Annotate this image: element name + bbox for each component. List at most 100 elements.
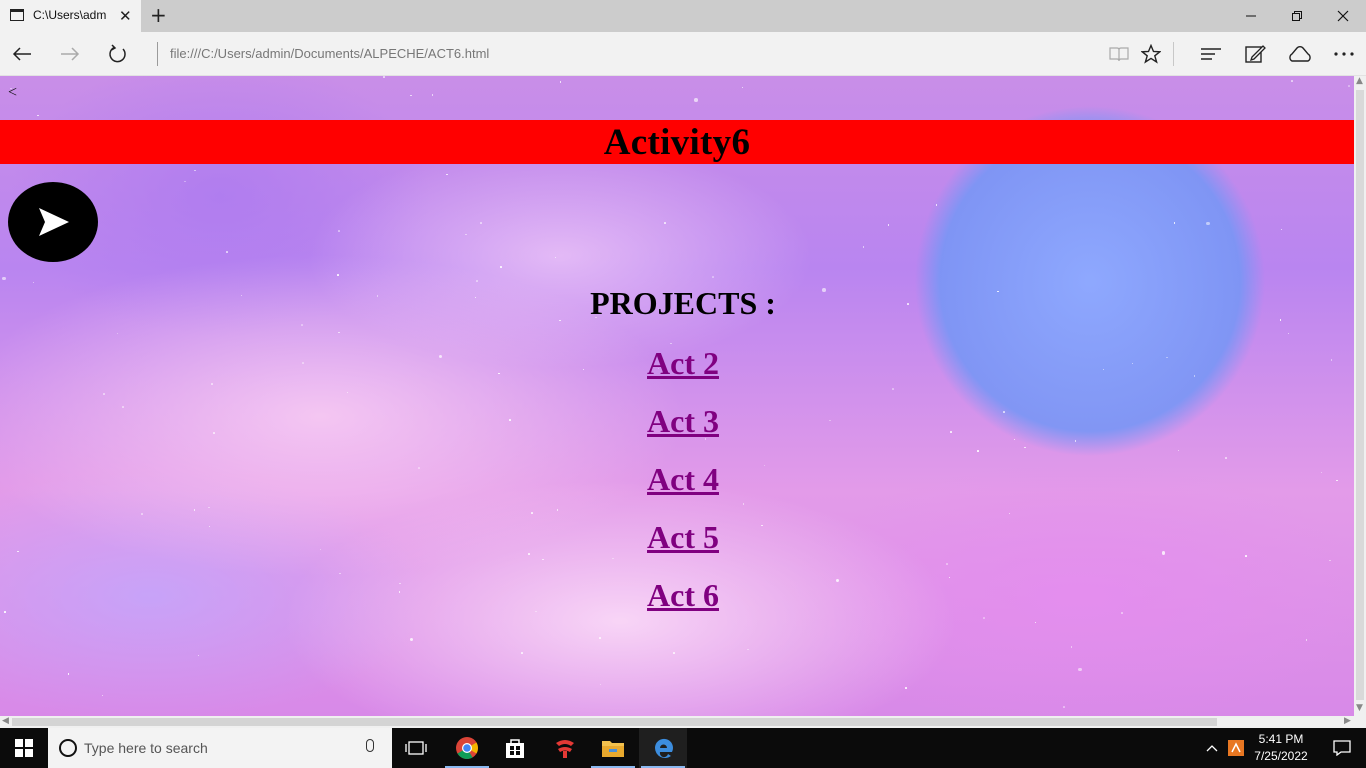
game-app-icon bbox=[556, 740, 574, 758]
taskbar: Type here to search 5:41 PM 7/25/2022 bbox=[0, 728, 1366, 768]
back-link[interactable]: < bbox=[8, 84, 17, 102]
minimize-icon bbox=[1246, 15, 1256, 17]
sparkle bbox=[226, 251, 228, 253]
sparkle bbox=[664, 222, 666, 224]
back-button[interactable] bbox=[2, 32, 42, 76]
sparkle bbox=[694, 98, 698, 102]
web-note-button[interactable] bbox=[1235, 32, 1275, 76]
store-app[interactable] bbox=[491, 728, 539, 768]
address-separator bbox=[157, 42, 158, 66]
sparkle bbox=[337, 274, 339, 276]
tray-app-icon bbox=[1228, 740, 1244, 756]
act-3-link[interactable]: Act 3 bbox=[0, 397, 1354, 455]
new-tab-button[interactable]: + bbox=[150, 3, 167, 27]
tab-close-icon[interactable]: ✕ bbox=[119, 7, 132, 25]
sparkle bbox=[1063, 706, 1065, 708]
book-icon bbox=[1109, 47, 1129, 62]
act-2-link[interactable]: Act 2 bbox=[0, 339, 1354, 397]
sparkle bbox=[431, 94, 434, 96]
scroll-up-icon[interactable]: ▲ bbox=[1356, 76, 1363, 86]
more-button[interactable] bbox=[1324, 32, 1364, 76]
close-window-button[interactable] bbox=[1320, 0, 1366, 32]
pen-note-icon bbox=[1245, 45, 1266, 63]
sparkle bbox=[1305, 639, 1308, 641]
windows-icon bbox=[15, 739, 33, 757]
sparkle bbox=[197, 654, 200, 657]
more-icon bbox=[1334, 52, 1354, 56]
tab-title: C:\Users\adm bbox=[33, 8, 107, 22]
file-explorer-app[interactable] bbox=[589, 728, 637, 768]
sparkle bbox=[338, 230, 340, 232]
action-center-button[interactable] bbox=[1318, 728, 1366, 768]
navigation-bar: file:///C:/Users/admin/Documents/ALPECHE… bbox=[0, 32, 1366, 76]
forward-button[interactable] bbox=[50, 32, 90, 76]
refresh-icon bbox=[109, 44, 126, 63]
microphone-icon[interactable] bbox=[366, 739, 374, 752]
hub-button[interactable] bbox=[1191, 32, 1231, 76]
sparkle bbox=[1070, 646, 1073, 648]
share-button[interactable] bbox=[1280, 32, 1320, 76]
game-app[interactable] bbox=[541, 728, 589, 768]
address-bar[interactable]: file:///C:/Users/admin/Documents/ALPECHE… bbox=[170, 46, 489, 61]
restore-icon bbox=[1292, 11, 1302, 21]
sparkle bbox=[2, 276, 6, 281]
clock-date: 7/25/2022 bbox=[1254, 749, 1308, 763]
sparkle bbox=[1348, 85, 1350, 87]
projects-section: PROJECTS : Act 2 Act 3 Act 4 Act 5 Act 6 bbox=[0, 281, 1354, 629]
sparkle bbox=[1280, 228, 1283, 231]
act-6-link[interactable]: Act 6 bbox=[0, 571, 1354, 629]
sparkle bbox=[480, 222, 482, 224]
act-5-link[interactable]: Act 5 bbox=[0, 513, 1354, 571]
start-button[interactable] bbox=[0, 728, 48, 768]
file-explorer-icon bbox=[602, 741, 624, 757]
sparkle bbox=[409, 637, 414, 642]
toolbar-separator bbox=[1173, 42, 1174, 66]
share-icon bbox=[1289, 46, 1311, 62]
sparkle bbox=[446, 173, 448, 176]
taskbar-search[interactable]: Type here to search bbox=[48, 728, 392, 768]
play-button[interactable] bbox=[8, 182, 98, 262]
tab-bar: C:\Users\adm ✕ + bbox=[0, 0, 1366, 32]
sparkle bbox=[1173, 222, 1176, 224]
clock[interactable]: 5:41 PM 7/25/2022 bbox=[1248, 731, 1314, 765]
scroll-down-icon[interactable]: ▼ bbox=[1356, 703, 1363, 713]
horizontal-scrollbar[interactable]: ◀ ▶ bbox=[0, 716, 1366, 728]
refresh-button[interactable] bbox=[98, 32, 138, 76]
sparkle bbox=[521, 652, 523, 654]
sparkle bbox=[194, 169, 196, 172]
show-hidden-icons-button[interactable] bbox=[1200, 728, 1224, 768]
browser-tab[interactable]: C:\Users\adm ✕ bbox=[0, 0, 141, 32]
scroll-left-icon[interactable]: ◀ bbox=[2, 716, 9, 726]
sparkle bbox=[1078, 667, 1082, 672]
title-banner: Activity6 bbox=[0, 120, 1354, 164]
sparkle bbox=[599, 637, 601, 639]
cortana-icon bbox=[59, 739, 77, 757]
favorite-button[interactable] bbox=[1131, 32, 1171, 76]
sparkle bbox=[887, 224, 890, 226]
sparkle bbox=[1291, 80, 1293, 82]
tray-app-button[interactable] bbox=[1224, 728, 1248, 768]
sparkle bbox=[559, 81, 562, 83]
sparkle bbox=[410, 94, 412, 97]
sparkle bbox=[673, 652, 675, 654]
star-icon bbox=[1141, 44, 1161, 64]
page-viewport: < Activity6 PROJECTS : Act 2 Act 3 Act 4… bbox=[0, 76, 1354, 716]
task-view-button[interactable] bbox=[392, 728, 440, 768]
sparkle bbox=[184, 180, 186, 183]
act-4-link[interactable]: Act 4 bbox=[0, 455, 1354, 513]
horizontal-scroll-thumb[interactable] bbox=[12, 718, 1217, 726]
sparkle bbox=[37, 114, 39, 117]
chrome-icon bbox=[456, 737, 478, 759]
close-icon bbox=[1337, 10, 1349, 22]
page-icon bbox=[10, 9, 24, 21]
minimize-button[interactable] bbox=[1228, 0, 1274, 32]
vertical-scroll-thumb[interactable] bbox=[1356, 90, 1364, 700]
sparkle bbox=[500, 266, 502, 268]
edge-app[interactable] bbox=[639, 728, 687, 768]
arrow-left-icon bbox=[12, 47, 31, 61]
vertical-scrollbar[interactable]: ▲ ▼ bbox=[1354, 76, 1366, 716]
restore-button[interactable] bbox=[1274, 0, 1320, 32]
chrome-app[interactable] bbox=[443, 728, 491, 768]
scroll-right-icon[interactable]: ▶ bbox=[1344, 716, 1351, 726]
sparkle bbox=[465, 233, 467, 236]
